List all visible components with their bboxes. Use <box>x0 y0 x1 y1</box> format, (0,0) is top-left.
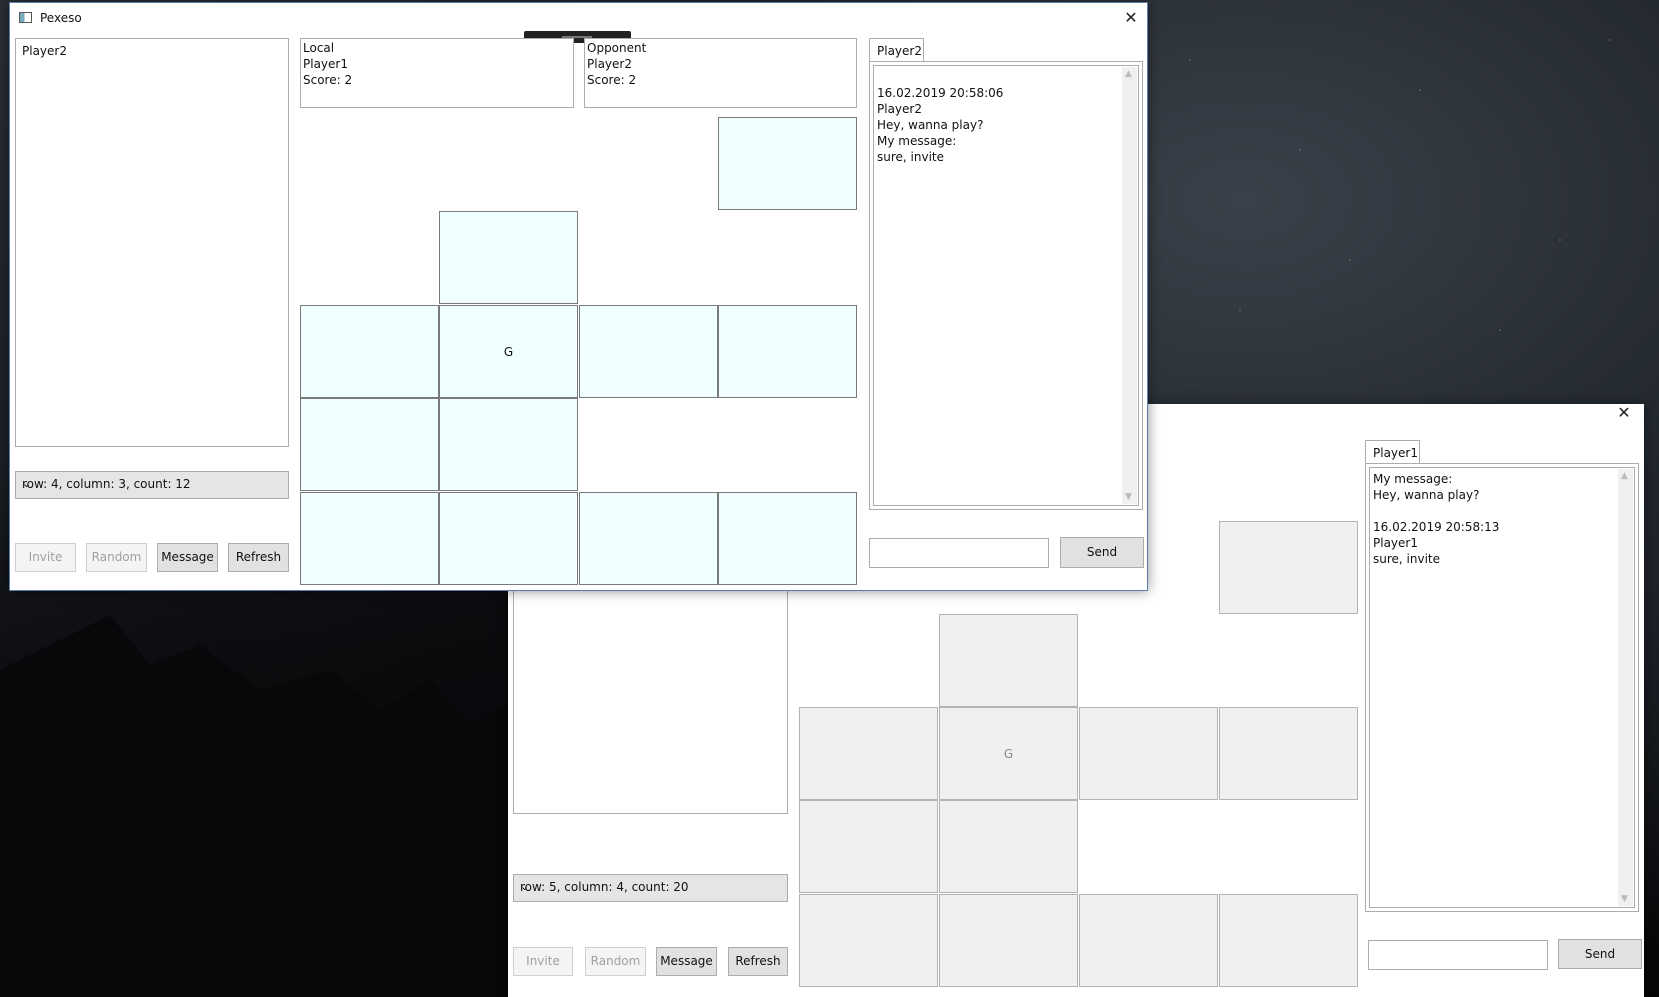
chat-line: Player2 <box>877 102 922 116</box>
chat-line: 16.02.2019 20:58:06 <box>877 86 1004 100</box>
scroll-up-icon[interactable]: ▲ <box>1125 69 1132 79</box>
chat-line: 16.02.2019 20:58:13 <box>1373 520 1500 534</box>
memory-card[interactable] <box>1079 707 1218 800</box>
card-letter: G <box>503 344 514 359</box>
card-letter: G <box>1003 746 1014 761</box>
scroll-down-icon[interactable]: ▼ <box>1621 894 1628 904</box>
refresh-button[interactable]: Refresh <box>228 543 289 572</box>
chat-tab-player2[interactable]: Player2 <box>869 38 924 62</box>
chat-scrollbar[interactable]: ▲ ▼ <box>1122 67 1137 504</box>
chat-line: My message: <box>877 134 957 148</box>
local-label: Local <box>303 41 335 55</box>
board-size-select[interactable]: row: 4, column: 3, count: 12 ⌄ <box>15 471 289 499</box>
chat-scrollbar[interactable]: ▲ ▼ <box>1618 469 1633 906</box>
chat-line: Hey, wanna play? <box>1373 488 1480 502</box>
memory-card[interactable] <box>1219 707 1358 800</box>
memory-card[interactable] <box>1219 894 1358 987</box>
memory-card[interactable] <box>300 492 439 585</box>
chat-message-input[interactable] <box>869 538 1049 568</box>
window-title: Pexeso <box>40 11 82 25</box>
chat-tab-panel: My message: Hey, wanna play? 16.02.2019 … <box>1365 463 1639 912</box>
random-button[interactable]: Random <box>86 543 147 572</box>
memory-card-revealed[interactable]: G <box>939 707 1078 800</box>
opponent-score-panel: Opponent Player2 Score: 2 <box>584 38 857 108</box>
memory-card[interactable] <box>799 707 938 800</box>
memory-card[interactable] <box>939 894 1078 987</box>
chat-tab-player1[interactable]: Player1 <box>1365 440 1420 464</box>
memory-card[interactable] <box>579 492 718 585</box>
board-size-select[interactable]: row: 5, column: 4, count: 20 ⌄ <box>513 874 788 902</box>
local-score: Score: 2 <box>303 73 353 87</box>
chat-line: My message: <box>1373 472 1453 486</box>
memory-card[interactable] <box>1219 521 1358 614</box>
chat-log: 16.02.2019 20:58:06 Player2 Hey, wanna p… <box>873 65 1139 506</box>
message-button[interactable]: Message <box>656 947 717 976</box>
chevron-down-icon: ⌄ <box>520 880 530 893</box>
scroll-up-icon[interactable]: ▲ <box>1621 471 1628 481</box>
memory-card[interactable] <box>439 398 578 491</box>
send-button[interactable]: Send <box>1060 537 1144 568</box>
memory-card[interactable] <box>439 492 578 585</box>
message-button[interactable]: Message <box>157 543 218 572</box>
memory-card[interactable] <box>300 398 439 491</box>
opponent-player-name: Player2 <box>587 57 632 71</box>
chat-line: sure, invite <box>877 150 945 164</box>
pexeso-window-player2: Pexeso ✕ Player2 Local Player1 Score: 2 … <box>9 2 1148 591</box>
memory-card-revealed[interactable]: G <box>439 305 578 398</box>
invite-button[interactable]: Invite <box>15 543 76 572</box>
memory-card[interactable] <box>718 117 857 210</box>
invite-button[interactable]: Invite <box>513 947 573 976</box>
chat-line: Player1 <box>1373 536 1418 550</box>
close-icon[interactable]: ✕ <box>1613 402 1635 424</box>
memory-card[interactable] <box>1079 894 1218 987</box>
memory-card[interactable] <box>300 305 439 398</box>
memory-card[interactable] <box>799 800 938 893</box>
send-button[interactable]: Send <box>1558 939 1642 969</box>
local-score-panel: Local Player1 Score: 2 <box>300 38 574 108</box>
chat-log: My message: Hey, wanna play? 16.02.2019 … <box>1369 467 1635 908</box>
memory-card[interactable] <box>579 305 718 398</box>
players-list[interactable] <box>513 554 788 814</box>
players-list[interactable]: Player2 <box>15 38 289 447</box>
close-icon[interactable]: ✕ <box>1120 7 1142 29</box>
players-list-item[interactable]: Player2 <box>22 43 67 59</box>
chat-message-input[interactable] <box>1368 940 1548 970</box>
memory-card[interactable] <box>939 614 1078 707</box>
random-button[interactable]: Random <box>585 947 646 976</box>
memory-card[interactable] <box>939 800 1078 893</box>
local-player-name: Player1 <box>303 57 348 71</box>
window-icon <box>19 12 32 23</box>
opponent-score: Score: 2 <box>587 73 637 87</box>
mountain-silhouette <box>0 615 520 997</box>
chevron-down-icon: ⌄ <box>22 477 32 490</box>
chat-tab-panel: 16.02.2019 20:58:06 Player2 Hey, wanna p… <box>869 61 1143 510</box>
memory-card[interactable] <box>439 211 578 304</box>
memory-card[interactable] <box>799 894 938 987</box>
opponent-label: Opponent <box>587 41 647 55</box>
memory-card[interactable] <box>718 305 857 398</box>
memory-card[interactable] <box>718 492 857 585</box>
title-bar[interactable]: Pexeso ✕ <box>10 3 1147 33</box>
scroll-down-icon[interactable]: ▼ <box>1125 492 1132 502</box>
chat-line: sure, invite <box>1373 552 1441 566</box>
chat-line: Hey, wanna play? <box>877 118 984 132</box>
refresh-button[interactable]: Refresh <box>728 947 788 976</box>
